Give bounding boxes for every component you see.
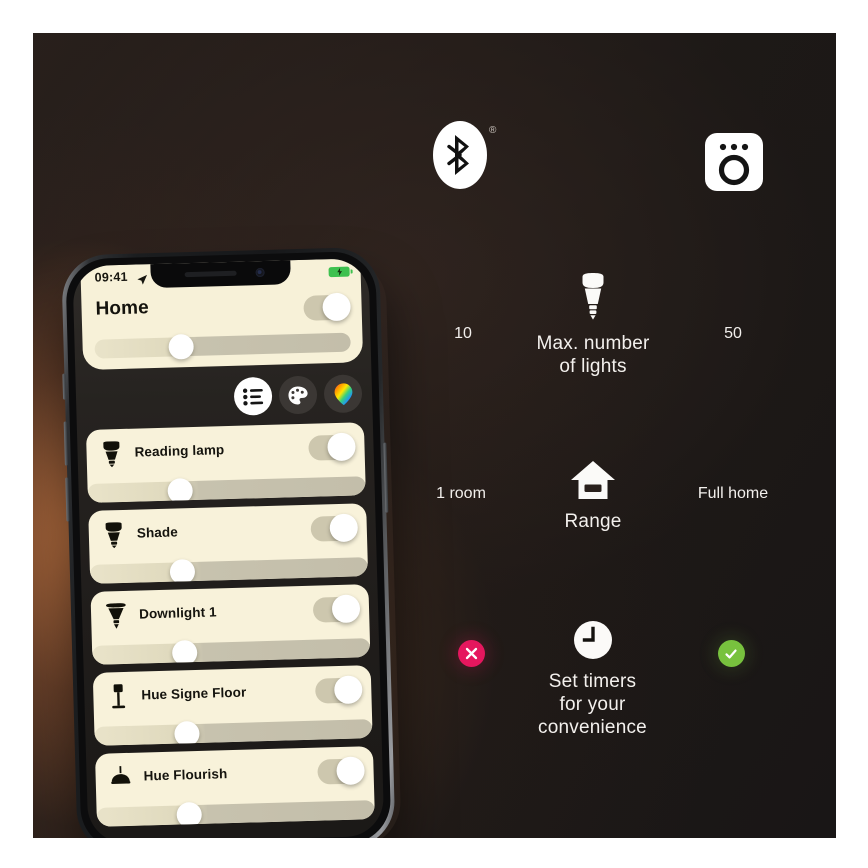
clock-timer-icon [525, 621, 660, 664]
toggle-knob [322, 292, 351, 322]
row-lights-right-value: 50 [724, 325, 742, 342]
light-name: Shade [136, 524, 179, 541]
light-row-hue-flourish[interactable]: Hue Flourish [94, 746, 375, 827]
volume-up-button[interactable] [63, 421, 68, 466]
slider-knob[interactable] [171, 639, 198, 665]
row-range-label: Range [564, 511, 622, 532]
toggle-knob [329, 513, 359, 543]
front-camera [255, 267, 265, 278]
tab-list[interactable] [233, 376, 273, 416]
promo-canvas: ® 10 Max. number of lights 50 1 room Ran… [33, 33, 836, 838]
status-bar-time: 09:41 [94, 269, 128, 285]
light-toggle[interactable] [314, 675, 363, 705]
row-lights-left-value: 10 [454, 325, 472, 342]
slider-knob[interactable] [169, 558, 196, 584]
light-bulb-icon [503, 273, 683, 326]
palette-icon [288, 385, 308, 404]
row-range-center: Range [523, 461, 663, 533]
row-lights-center: Max. number of lights [503, 273, 683, 378]
list-icon [242, 388, 264, 406]
phone-screen: 09:41 Home Reading lamp Shade Downlight … [72, 258, 385, 838]
spot-bulb-icon [103, 522, 126, 549]
phone-mockup: 09:41 Home Reading lamp Shade Downlight … [61, 246, 408, 838]
location-arrow-icon [137, 272, 148, 290]
pendant-lamp-icon [109, 765, 132, 792]
earpiece-speaker [184, 270, 237, 278]
light-row-downlight-1[interactable]: Downlight 1 [90, 584, 371, 665]
view-tabs [233, 374, 363, 416]
toggle-knob [331, 594, 361, 624]
row-lights-label-line2: of lights [559, 356, 627, 377]
tab-color[interactable] [323, 374, 363, 414]
slider-knob[interactable] [168, 333, 195, 360]
downlight-icon [105, 603, 128, 630]
row-timer-label-line2: for your [559, 694, 626, 715]
home-brightness-slider[interactable] [94, 332, 351, 360]
mute-switch[interactable] [62, 373, 67, 400]
hue-bridge-icon [705, 133, 763, 196]
light-toggle[interactable] [312, 594, 361, 624]
row-timer-right-badge [701, 640, 761, 667]
light-name: Reading lamp [134, 442, 225, 460]
row-range-left-value: 1 room [436, 485, 486, 502]
toggle-knob [333, 675, 363, 705]
light-brightness-slider[interactable] [96, 800, 375, 827]
light-name: Hue Flourish [143, 766, 228, 784]
light-toggle[interactable] [317, 756, 365, 786]
light-brightness-slider[interactable] [89, 557, 369, 584]
row-timer-label-line1: Set timers [548, 671, 637, 692]
light-name: Hue Signe Floor [141, 684, 247, 703]
light-row-shade[interactable]: Shade [88, 503, 369, 584]
slider-knob[interactable] [176, 801, 203, 827]
volume-down-button[interactable] [65, 477, 70, 522]
light-brightness-slider[interactable] [91, 638, 371, 665]
light-brightness-slider[interactable] [87, 476, 366, 503]
phone-frame: 09:41 Home Reading lamp Shade Downlight … [61, 246, 396, 838]
row-lights-label-line1: Max. number [536, 333, 650, 354]
light-toggle[interactable] [308, 432, 356, 462]
light-brightness-slider[interactable] [94, 719, 373, 746]
light-row-hue-signe-floor[interactable]: Hue Signe Floor [92, 665, 373, 746]
light-row-reading-lamp[interactable]: Reading lamp [85, 422, 366, 503]
home-master-toggle[interactable] [303, 292, 351, 322]
notch [150, 260, 291, 289]
row-timer-left-badge [441, 640, 501, 667]
check-badge [717, 640, 745, 667]
row-range-right-value: Full home [697, 485, 769, 502]
color-picker-icon [334, 382, 352, 405]
toggle-knob [327, 432, 356, 462]
tab-scenes[interactable] [278, 375, 318, 415]
home-range-icon [523, 461, 663, 504]
cross-badge [457, 640, 485, 667]
spot-bulb-icon [100, 441, 123, 468]
floor-lamp-icon [107, 684, 130, 711]
row-timer-center: Set timers for your convenience [525, 621, 660, 739]
slider-knob[interactable] [174, 720, 200, 746]
slider-knob[interactable] [167, 478, 194, 503]
light-name: Downlight 1 [138, 604, 217, 622]
bluetooth-icon: ® [433, 121, 496, 194]
phone-bezel: 09:41 Home Reading lamp Shade Downlight … [65, 250, 392, 838]
light-toggle[interactable] [310, 513, 359, 543]
row-timer-label-line3: convenience [538, 717, 647, 738]
battery-charging-icon [328, 266, 350, 278]
home-title: Home [95, 297, 150, 320]
registered-trademark-mark: ® [489, 125, 497, 136]
toggle-knob [336, 756, 365, 786]
